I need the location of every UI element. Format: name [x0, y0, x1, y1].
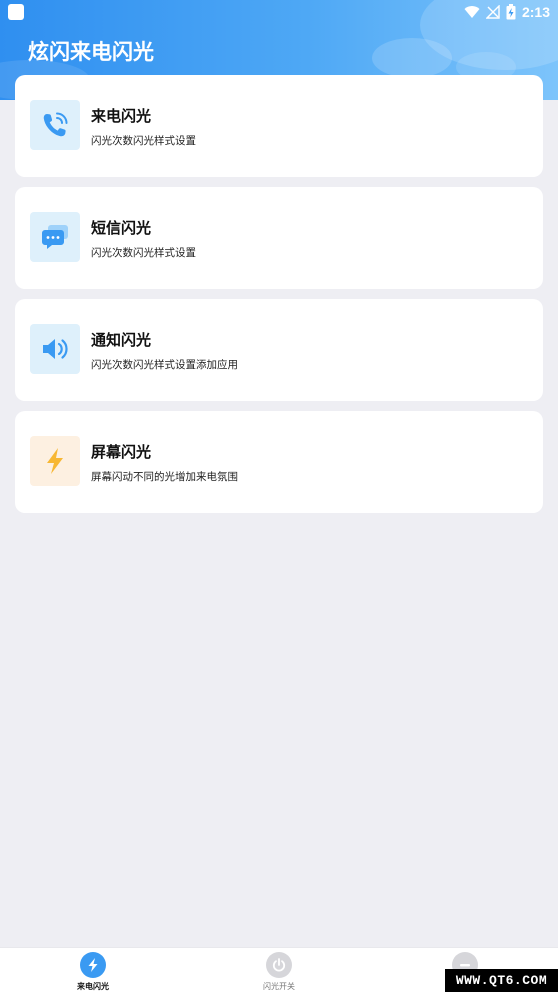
card-subtitle: 闪光次数闪光样式设置添加应用 — [91, 359, 238, 371]
card-subtitle: 闪光次数闪光样式设置 — [91, 135, 196, 147]
card-icon-container — [30, 436, 80, 486]
card-icon-container — [30, 212, 80, 262]
feature-list: 来电闪光 闪光次数闪光样式设置 短信闪光 闪光次数闪光样式设置 通知闪光 闪光次… — [15, 75, 543, 523]
page-title: 炫闪来电闪光 — [28, 40, 154, 64]
speaker-icon — [43, 339, 68, 359]
lightning-tab-icon — [80, 952, 106, 978]
status-bar: 2:13 — [0, 0, 558, 24]
signal-off-icon — [485, 5, 500, 19]
power-icon — [266, 952, 292, 978]
tab-call-flash[interactable]: 来电闪光 — [43, 952, 143, 992]
phone-ringing-icon — [43, 112, 68, 137]
card-icon-container — [30, 324, 80, 374]
card-subtitle: 闪光次数闪光样式设置 — [91, 247, 196, 259]
card-title: 来电闪光 — [91, 107, 152, 125]
card-title: 短信闪光 — [91, 219, 152, 237]
wifi-icon — [464, 6, 480, 19]
tab-label: 闪光开关 — [263, 982, 295, 991]
notification-icon — [8, 4, 24, 20]
card-notification-flash[interactable]: 通知闪光 闪光次数闪光样式设置添加应用 — [15, 299, 543, 401]
lightning-bolt-icon — [47, 448, 63, 474]
card-title: 通知闪光 — [91, 331, 152, 349]
message-bubble-icon — [42, 225, 68, 249]
status-time: 2:13 — [521, 4, 550, 20]
tab-flash-switch[interactable]: 闪光开关 — [229, 952, 329, 992]
card-subtitle: 屏幕闪动不同的光增加来电氛围 — [91, 471, 238, 483]
card-title: 屏幕闪光 — [91, 443, 152, 461]
battery-charging-icon — [506, 4, 516, 20]
watermark-label: WWW.QT6.COM — [445, 969, 558, 992]
card-sms-flash[interactable]: 短信闪光 闪光次数闪光样式设置 — [15, 187, 543, 289]
card-call-flash[interactable]: 来电闪光 闪光次数闪光样式设置 — [15, 75, 543, 177]
card-screen-flash[interactable]: 屏幕闪光 屏幕闪动不同的光增加来电氛围 — [15, 411, 543, 513]
header-decoration — [372, 38, 452, 78]
card-icon-container — [30, 100, 80, 150]
tab-label: 来电闪光 — [77, 982, 109, 991]
